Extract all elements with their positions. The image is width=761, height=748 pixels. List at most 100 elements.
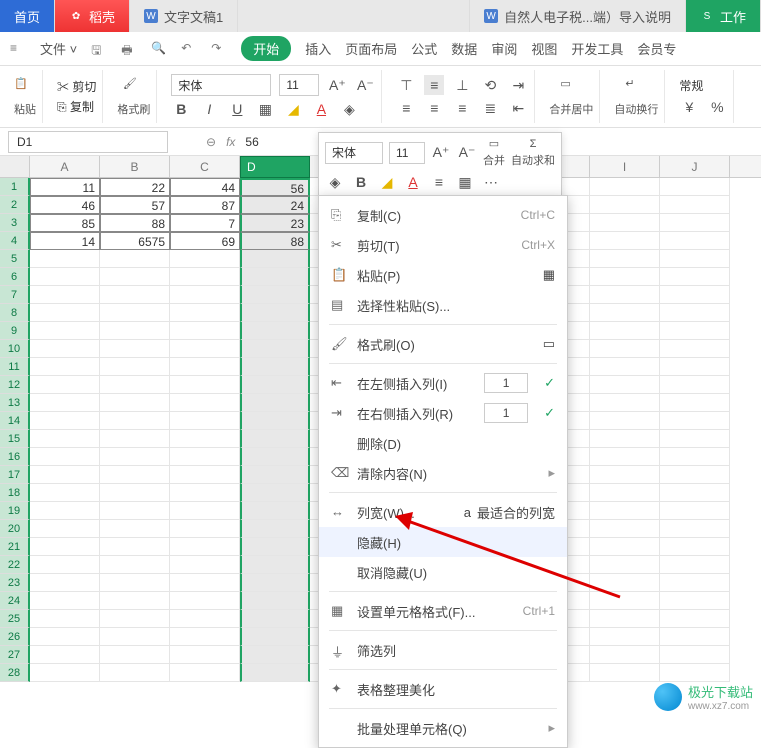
- row-header[interactable]: 26: [0, 628, 30, 646]
- cell[interactable]: [30, 430, 100, 448]
- tab-doc3[interactable]: S工作: [686, 0, 761, 32]
- cell[interactable]: [170, 268, 240, 286]
- cell[interactable]: [240, 520, 310, 538]
- cell[interactable]: [170, 592, 240, 610]
- cell[interactable]: [660, 340, 730, 358]
- cell[interactable]: [240, 538, 310, 556]
- align-top-icon[interactable]: ⊤: [396, 75, 416, 95]
- mini-border[interactable]: ▦: [455, 172, 475, 192]
- formula-value[interactable]: 56: [245, 135, 258, 149]
- cell[interactable]: [30, 664, 100, 682]
- tab-doc2[interactable]: W自然人电子税...端）导入说明: [470, 0, 686, 32]
- cell[interactable]: [170, 664, 240, 682]
- cell[interactable]: [30, 340, 100, 358]
- cell[interactable]: [660, 574, 730, 592]
- align-left-icon[interactable]: ≡: [396, 98, 416, 118]
- col-header-I[interactable]: I: [590, 156, 660, 177]
- hamburger-icon[interactable]: ≡: [10, 41, 26, 57]
- cell[interactable]: [240, 394, 310, 412]
- row-header[interactable]: 11: [0, 358, 30, 376]
- cell[interactable]: [590, 322, 660, 340]
- cell[interactable]: [660, 646, 730, 664]
- cell[interactable]: [590, 610, 660, 628]
- row-header[interactable]: 23: [0, 574, 30, 592]
- ctx-copy[interactable]: ⎘复制(C)Ctrl+C: [319, 200, 567, 230]
- cell[interactable]: [100, 520, 170, 538]
- cell[interactable]: [240, 502, 310, 520]
- grow-font-icon[interactable]: A⁺: [327, 75, 347, 95]
- cell[interactable]: [240, 448, 310, 466]
- cell[interactable]: [660, 322, 730, 340]
- cell[interactable]: [170, 466, 240, 484]
- cell[interactable]: [170, 448, 240, 466]
- cell[interactable]: [240, 430, 310, 448]
- italic-button[interactable]: I: [199, 99, 219, 119]
- mini-more[interactable]: ⋯: [481, 172, 501, 192]
- cell[interactable]: [660, 610, 730, 628]
- cell[interactable]: [240, 286, 310, 304]
- col-header-A[interactable]: A: [30, 156, 100, 177]
- cell[interactable]: [590, 556, 660, 574]
- row-header[interactable]: 14: [0, 412, 30, 430]
- cell[interactable]: [30, 646, 100, 664]
- ctx-paste-special[interactable]: ▤选择性粘贴(S)...: [319, 290, 567, 320]
- mini-eraser-icon[interactable]: ◈: [325, 172, 345, 192]
- paste-button[interactable]: 📋粘贴: [14, 77, 36, 117]
- cell[interactable]: [30, 610, 100, 628]
- cell[interactable]: [240, 376, 310, 394]
- cell[interactable]: 88: [100, 214, 170, 232]
- cell[interactable]: [590, 268, 660, 286]
- cell[interactable]: [240, 574, 310, 592]
- cell[interactable]: [590, 538, 660, 556]
- cell[interactable]: [100, 592, 170, 610]
- cell[interactable]: [240, 250, 310, 268]
- cell[interactable]: [240, 628, 310, 646]
- tab-docao[interactable]: ✿稻壳: [55, 0, 130, 32]
- cell[interactable]: [590, 646, 660, 664]
- underline-button[interactable]: U: [227, 99, 247, 119]
- col-header-C[interactable]: C: [170, 156, 240, 177]
- cell[interactable]: [30, 484, 100, 502]
- cell[interactable]: [660, 358, 730, 376]
- select-all-corner[interactable]: [0, 156, 30, 177]
- cell[interactable]: 14: [30, 232, 100, 250]
- cell[interactable]: [30, 448, 100, 466]
- cell[interactable]: [30, 592, 100, 610]
- align-mid-icon[interactable]: ≡: [424, 75, 444, 95]
- cell[interactable]: 69: [170, 232, 240, 250]
- row-header[interactable]: 12: [0, 376, 30, 394]
- cell[interactable]: [100, 250, 170, 268]
- menu-start[interactable]: 开始: [241, 36, 291, 61]
- save-icon[interactable]: 🖫: [91, 41, 107, 57]
- align-bot-icon[interactable]: ⊥: [452, 75, 472, 95]
- preview-icon[interactable]: 🔍: [151, 41, 167, 57]
- cell[interactable]: [590, 574, 660, 592]
- cell[interactable]: [590, 448, 660, 466]
- cell[interactable]: [240, 610, 310, 628]
- row-header[interactable]: 6: [0, 268, 30, 286]
- cell[interactable]: [590, 232, 660, 250]
- cell[interactable]: [100, 628, 170, 646]
- cell[interactable]: [100, 268, 170, 286]
- mini-fill[interactable]: ◢: [377, 172, 397, 192]
- cell[interactable]: [170, 574, 240, 592]
- cell[interactable]: [100, 304, 170, 322]
- cell[interactable]: [170, 412, 240, 430]
- cell[interactable]: [30, 304, 100, 322]
- cell[interactable]: [590, 664, 660, 682]
- cell[interactable]: [100, 538, 170, 556]
- indent-icon[interactable]: ⇥: [508, 75, 528, 95]
- bold-button[interactable]: B: [171, 99, 191, 119]
- shrink-font-icon[interactable]: A⁻: [355, 75, 375, 95]
- cell[interactable]: 56: [240, 178, 310, 196]
- cell[interactable]: [590, 430, 660, 448]
- menu-data[interactable]: 数据: [451, 39, 477, 58]
- cell[interactable]: [660, 214, 730, 232]
- tab-home[interactable]: 首页: [0, 0, 55, 32]
- cell[interactable]: [100, 340, 170, 358]
- ctx-unhide[interactable]: 取消隐藏(U): [319, 557, 567, 587]
- tab-doc1[interactable]: W文字文稿1: [130, 0, 238, 32]
- undo-icon[interactable]: ↶: [181, 41, 197, 57]
- cell[interactable]: [30, 520, 100, 538]
- font-select[interactable]: 宋体: [171, 74, 271, 96]
